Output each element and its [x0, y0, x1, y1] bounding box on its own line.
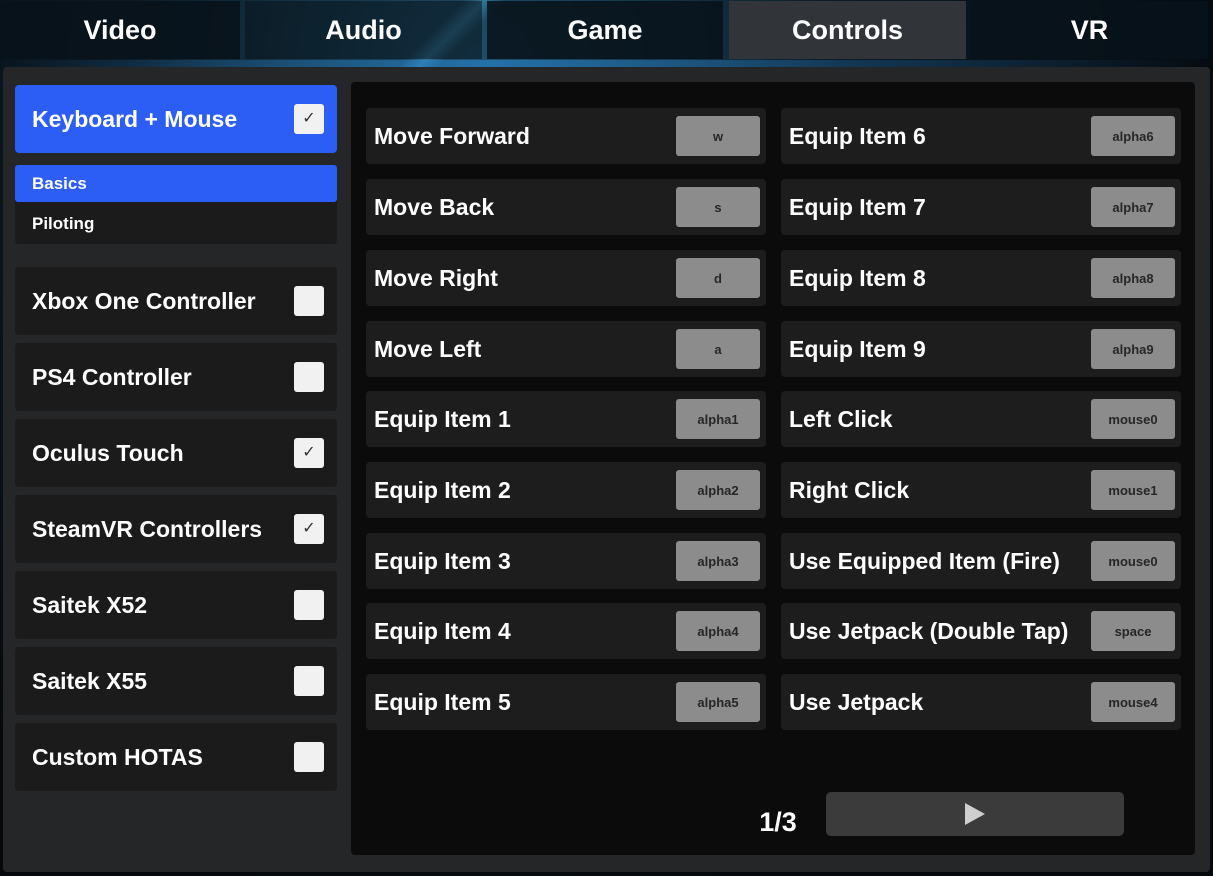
check-icon: ✓ [302, 520, 316, 537]
top-tab-bar: Video Audio Game Controls VR [0, 0, 1213, 60]
binding-key-button[interactable]: s [676, 187, 760, 227]
binding-row: Left Click mouse0 [781, 391, 1181, 447]
device-saitek-x52[interactable]: Saitek X52 [15, 571, 337, 639]
device-ps4-controller[interactable]: PS4 Controller [15, 343, 337, 411]
binding-action-label: Use Jetpack (Double Tap) [789, 617, 1069, 644]
controls-panel: Keyboard + Mouse ✓ Basics Piloting Xbox … [3, 67, 1210, 872]
binding-key-button[interactable]: alpha9 [1091, 329, 1175, 369]
binding-row: Equip Item 7 alpha7 [781, 179, 1181, 235]
check-icon: ✓ [302, 444, 316, 461]
binding-row: Right Click mouse1 [781, 462, 1181, 518]
binding-action-label: Equip Item 4 [374, 617, 511, 644]
category-list: Basics Piloting [15, 165, 337, 244]
binding-action-label: Equip Item 6 [789, 122, 926, 149]
binding-key-button[interactable]: mouse1 [1091, 470, 1175, 510]
category-basics[interactable]: Basics [15, 165, 337, 202]
device-label: PS4 Controller [32, 363, 192, 390]
device-label: Saitek X55 [32, 667, 148, 694]
binding-row: Equip Item 8 alpha8 [781, 250, 1181, 306]
key-bindings-area: Move Forward w Move Back s Move Right d … [351, 82, 1195, 855]
device-label: Oculus Touch [32, 439, 184, 466]
binding-row: Move Left a [366, 321, 766, 377]
device-checkbox[interactable] [294, 286, 324, 316]
binding-row: Equip Item 5 alpha5 [366, 674, 766, 730]
binding-key-button[interactable]: alpha5 [676, 682, 760, 722]
binding-key-button[interactable]: alpha4 [676, 611, 760, 651]
binding-action-label: Move Right [374, 264, 498, 291]
binding-action-label: Equip Item 5 [374, 688, 511, 715]
tab-video[interactable]: Video [0, 1, 240, 59]
binding-key-button[interactable]: alpha7 [1091, 187, 1175, 227]
device-steamvr-controllers[interactable]: SteamVR Controllers ✓ [15, 495, 337, 563]
binding-key-button[interactable]: alpha3 [676, 541, 760, 581]
binding-action-label: Move Forward [374, 122, 530, 149]
binding-key-button[interactable]: d [676, 258, 760, 298]
device-checkbox[interactable] [294, 362, 324, 392]
device-label: Saitek X52 [32, 591, 148, 618]
binding-action-label: Equip Item 1 [374, 405, 511, 432]
device-xbox-one-controller[interactable]: Xbox One Controller [15, 267, 337, 335]
device-checkbox[interactable]: ✓ [294, 438, 324, 468]
binding-action-label: Equip Item 3 [374, 547, 511, 574]
tab-game[interactable]: Game [487, 1, 723, 59]
play-triangle-icon [965, 803, 985, 825]
binding-key-button[interactable]: a [676, 329, 760, 369]
binding-action-label: Left Click [789, 405, 893, 432]
device-checkbox[interactable] [294, 742, 324, 772]
binding-action-label: Equip Item 2 [374, 476, 511, 503]
tab-controls[interactable]: Controls [729, 1, 966, 59]
binding-action-label: Use Jetpack [789, 688, 924, 715]
device-checkbox[interactable] [294, 590, 324, 620]
device-saitek-x55[interactable]: Saitek X55 [15, 647, 337, 715]
binding-action-label: Right Click [789, 476, 910, 503]
binding-action-label: Move Back [374, 193, 495, 220]
binding-key-button[interactable]: mouse4 [1091, 682, 1175, 722]
binding-row: Equip Item 9 alpha9 [781, 321, 1181, 377]
next-page-button[interactable] [826, 792, 1124, 836]
device-keyboard-mouse[interactable]: Keyboard + Mouse ✓ [15, 85, 337, 153]
device-label: Xbox One Controller [32, 287, 256, 314]
binding-key-button[interactable]: space [1091, 611, 1175, 651]
binding-row: Use Jetpack mouse4 [781, 674, 1181, 730]
device-checkbox[interactable] [294, 666, 324, 696]
page-indicator: 1/3 [759, 807, 797, 837]
device-oculus-touch[interactable]: Oculus Touch ✓ [15, 419, 337, 487]
device-label: Keyboard + Mouse [32, 105, 238, 132]
binding-action-label: Equip Item 8 [789, 264, 926, 291]
device-label: SteamVR Controllers [32, 515, 263, 542]
binding-action-label: Equip Item 9 [789, 335, 926, 362]
binding-key-button[interactable]: mouse0 [1091, 399, 1175, 439]
binding-row: Equip Item 4 alpha4 [366, 603, 766, 659]
binding-key-button[interactable]: alpha8 [1091, 258, 1175, 298]
tab-audio[interactable]: Audio [245, 1, 482, 59]
binding-action-label: Move Left [374, 335, 482, 362]
category-piloting[interactable]: Piloting [15, 205, 337, 242]
binding-action-label: Use Equipped Item (Fire) [789, 547, 1060, 574]
binding-row: Equip Item 1 alpha1 [366, 391, 766, 447]
binding-row: Move Right d [366, 250, 766, 306]
binding-key-button[interactable]: alpha2 [676, 470, 760, 510]
check-icon: ✓ [302, 110, 316, 127]
binding-action-label: Equip Item 7 [789, 193, 926, 220]
device-custom-hotas[interactable]: Custom HOTAS [15, 723, 337, 791]
device-label: Custom HOTAS [32, 743, 203, 770]
binding-row: Equip Item 2 alpha2 [366, 462, 766, 518]
device-checkbox[interactable]: ✓ [294, 514, 324, 544]
binding-row: Use Jetpack (Double Tap) space [781, 603, 1181, 659]
tab-vr[interactable]: VR [971, 1, 1208, 59]
binding-row: Move Back s [366, 179, 766, 235]
binding-row: Move Forward w [366, 108, 766, 164]
device-checkbox[interactable]: ✓ [294, 104, 324, 134]
binding-key-button[interactable]: alpha1 [676, 399, 760, 439]
binding-key-button[interactable]: mouse0 [1091, 541, 1175, 581]
binding-row: Equip Item 3 alpha3 [366, 533, 766, 589]
binding-row: Equip Item 6 alpha6 [781, 108, 1181, 164]
binding-key-button[interactable]: alpha6 [1091, 116, 1175, 156]
binding-row: Use Equipped Item (Fire) mouse0 [781, 533, 1181, 589]
binding-key-button[interactable]: w [676, 116, 760, 156]
